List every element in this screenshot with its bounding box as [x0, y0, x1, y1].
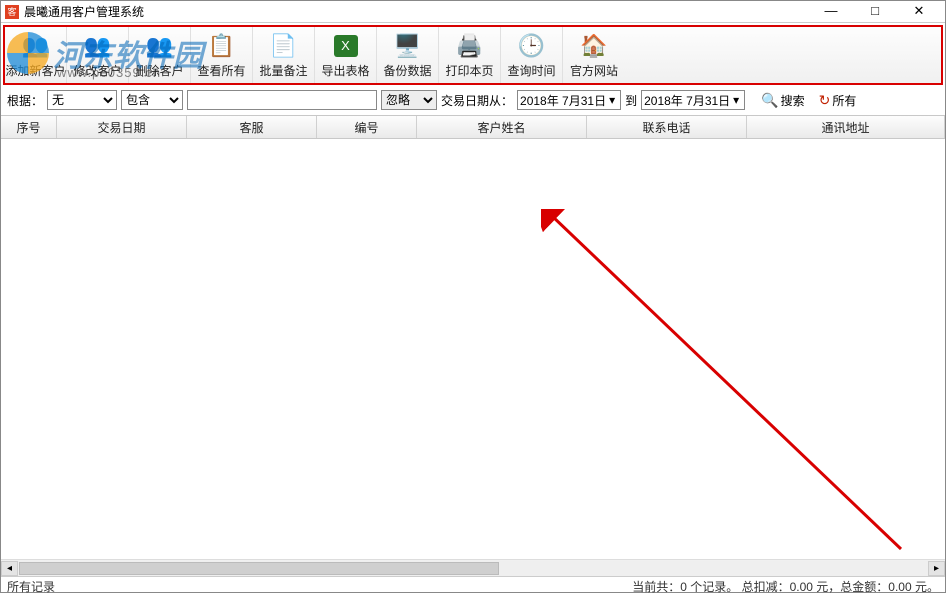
clock-icon: 🕒 [517, 32, 547, 60]
excel-icon: X [331, 32, 361, 60]
official-site-button[interactable]: 🏠 官方网站 [563, 27, 625, 83]
date-from-picker[interactable]: 2018年 7月31日 ▾ [517, 90, 621, 110]
backup-icon: 🖥️ [393, 32, 423, 60]
print-page-button[interactable]: 🖨️ 打印本页 [439, 27, 501, 83]
filter-op-select[interactable]: 包含 [121, 90, 183, 110]
col-phone[interactable]: 联系电话 [587, 116, 747, 138]
home-icon: 🏠 [579, 32, 609, 60]
tool-label: 查询时间 [507, 62, 555, 79]
printer-icon: 🖨️ [455, 32, 485, 60]
col-index[interactable]: 序号 [1, 116, 57, 138]
note-icon: 📄 [269, 32, 299, 60]
tool-label: 查看所有 [197, 62, 245, 79]
col-addr[interactable]: 通讯地址 [747, 116, 945, 138]
view-all-button[interactable]: 📋 查看所有 [191, 27, 253, 83]
titlebar: 客 晨曦通用客户管理系统 — □ ✕ [1, 1, 945, 23]
date-to-label: 到 [625, 92, 637, 109]
date-from-value: 2018年 7月31日 [520, 92, 606, 109]
scroll-right-button[interactable]: ▸ [928, 561, 945, 576]
scroll-track[interactable] [18, 561, 928, 576]
status-left: 所有记录 [7, 578, 55, 595]
col-code[interactable]: 编号 [317, 116, 417, 138]
maximize-button[interactable]: □ [853, 1, 897, 23]
tool-label: 打印本页 [445, 62, 493, 79]
close-button[interactable]: ✕ [897, 1, 941, 23]
export-table-button[interactable]: X 导出表格 [315, 27, 377, 83]
main-toolbar: 👥 添加新客户 👥 修改客户 👥 删除客户 📋 查看所有 📄 批量备注 X 导出… [3, 25, 943, 85]
status-right: 当前共：0 个记录。 总扣减：0.00 元，总金额：0.00 元。 [632, 578, 939, 595]
delete-customer-button[interactable]: 👥 删除客户 [129, 27, 191, 83]
query-time-button[interactable]: 🕒 查询时间 [501, 27, 563, 83]
status-bar: 所有记录 当前共：0 个记录。 总扣减：0.00 元，总金额：0.00 元。 [1, 576, 945, 596]
tool-label: 批量备注 [259, 62, 307, 79]
refresh-icon: ↻ [819, 92, 831, 109]
all-button[interactable]: ↻ 所有 [819, 92, 857, 109]
horizontal-scrollbar[interactable]: ◂ ▸ [1, 559, 945, 576]
date-to-value: 2018年 7月31日 [644, 92, 730, 109]
filter-root-label: 根据： [7, 92, 43, 109]
tool-label: 删除客户 [135, 62, 183, 79]
scroll-thumb[interactable] [19, 562, 499, 575]
col-date[interactable]: 交易日期 [57, 116, 187, 138]
add-customer-button[interactable]: 👥 添加新客户 [5, 27, 67, 83]
scroll-left-button[interactable]: ◂ [1, 561, 18, 576]
user-edit-icon: 👥 [83, 32, 113, 60]
date-from-label: 交易日期从： [441, 92, 513, 109]
window-title: 晨曦通用客户管理系统 [24, 3, 809, 20]
col-name[interactable]: 客户姓名 [417, 116, 587, 138]
col-staff[interactable]: 客服 [187, 116, 317, 138]
annotation-arrow-icon [541, 209, 921, 559]
search-icon: 🔍 [761, 92, 778, 109]
tool-label: 备份数据 [383, 62, 431, 79]
search-label: 搜索 [781, 92, 805, 109]
tool-label: 添加新客户 [5, 62, 65, 79]
tool-label: 修改客户 [73, 62, 121, 79]
tool-label: 导出表格 [321, 62, 369, 79]
grid-body[interactable] [1, 139, 945, 559]
minimize-button[interactable]: — [809, 1, 853, 23]
search-button[interactable]: 🔍 搜索 [761, 92, 804, 109]
filter-ignore-select[interactable]: 忽略 [381, 90, 437, 110]
filter-field-select[interactable]: 无 [47, 90, 117, 110]
date-to-picker[interactable]: 2018年 7月31日 ▾ [641, 90, 745, 110]
tool-label: 官方网站 [570, 62, 618, 79]
backup-data-button[interactable]: 🖥️ 备份数据 [377, 27, 439, 83]
user-add-icon: 👥 [21, 32, 51, 60]
chevron-down-icon: ▾ [730, 93, 742, 107]
filter-bar: 根据： 无 包含 忽略 交易日期从： 2018年 7月31日 ▾ 到 2018年… [1, 85, 945, 115]
user-delete-icon: 👥 [145, 32, 175, 60]
filter-text-input[interactable] [187, 90, 377, 110]
grid-header: 序号 交易日期 客服 编号 客户姓名 联系电话 通讯地址 [1, 115, 945, 139]
list-icon: 📋 [207, 32, 237, 60]
app-icon: 客 [5, 5, 19, 19]
all-label: 所有 [832, 92, 856, 109]
batch-note-button[interactable]: 📄 批量备注 [253, 27, 315, 83]
edit-customer-button[interactable]: 👥 修改客户 [67, 27, 129, 83]
chevron-down-icon: ▾ [606, 93, 618, 107]
